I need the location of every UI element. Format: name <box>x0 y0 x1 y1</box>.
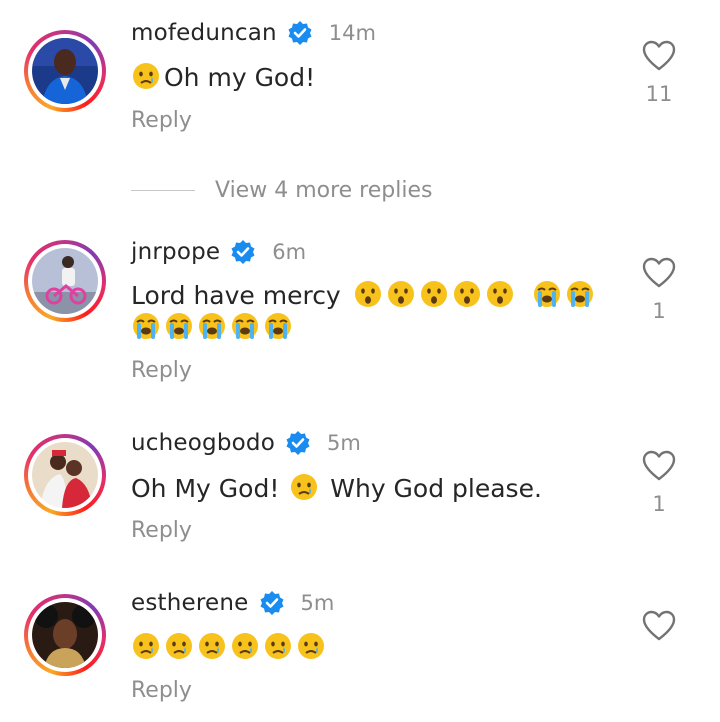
username[interactable]: ucheogbodo <box>131 430 275 456</box>
comment-text-part2: Why God please. <box>330 474 542 503</box>
astonished-face-emoji-icon <box>453 281 480 307</box>
avatar <box>32 38 98 104</box>
avatar-ring[interactable] <box>24 594 106 676</box>
comment-time: 14m <box>328 21 376 45</box>
astonished-face-emoji-icon <box>420 281 447 307</box>
reply-button[interactable]: Reply <box>131 358 192 383</box>
loudly-crying-face-emoji-icon <box>232 313 258 339</box>
loudly-crying-face-emoji-icon <box>566 281 593 307</box>
verified-badge-icon <box>286 431 310 455</box>
astonished-face-emoji-icon <box>387 281 414 307</box>
like-count: 11 <box>645 82 673 106</box>
crying-face-emoji-icon <box>298 633 324 659</box>
username[interactable]: mofeduncan <box>131 20 277 46</box>
comment-time: 5m <box>326 431 361 455</box>
username[interactable]: jnrpope <box>131 239 220 265</box>
comment-time: 5m <box>300 591 335 615</box>
comment-text-content: Oh my God! <box>164 63 316 92</box>
loudly-crying-face-emoji-icon <box>265 313 291 339</box>
verified-badge-icon <box>288 21 312 45</box>
like-count: 1 <box>652 492 666 516</box>
loudly-crying-face-emoji-icon <box>533 281 560 307</box>
avatar-ring[interactable] <box>24 30 106 112</box>
loudly-crying-face-emoji-icon <box>199 313 225 339</box>
comment-text <box>131 630 329 666</box>
loudly-crying-face-emoji-icon <box>133 313 159 339</box>
comment-text-content: Lord have mercy <box>131 281 341 310</box>
crying-face-emoji-icon <box>265 633 291 659</box>
divider-line <box>131 189 195 191</box>
comment-text-part1: Oh My God! <box>131 474 280 503</box>
reply-button[interactable]: Reply <box>131 678 192 703</box>
avatar <box>32 602 98 668</box>
crying-face-emoji-icon <box>166 633 192 659</box>
heart-icon[interactable] <box>642 450 676 482</box>
crying-face-emoji-icon <box>133 633 159 659</box>
heart-icon[interactable] <box>642 610 676 642</box>
view-more-label[interactable]: View 4 more replies <box>215 178 432 203</box>
crying-face-emoji-icon <box>133 63 159 89</box>
view-more-replies[interactable]: View 4 more replies <box>131 174 432 206</box>
verified-badge-icon <box>260 591 284 615</box>
comment-text: Oh my God! <box>131 60 315 96</box>
astonished-face-emoji-icon <box>354 281 381 307</box>
heart-icon[interactable] <box>642 40 676 72</box>
comment-text: Lord have mercy <box>131 278 598 314</box>
astonished-face-emoji-icon <box>486 281 513 307</box>
avatar <box>32 442 98 508</box>
emoji-group <box>353 281 598 310</box>
username[interactable]: estherene <box>131 590 249 616</box>
avatar <box>32 248 98 314</box>
crying-face-emoji-icon <box>291 474 318 500</box>
comment-text-line2 <box>131 310 296 346</box>
comment-time: 6m <box>272 240 307 264</box>
avatar-ring[interactable] <box>24 434 106 516</box>
verified-badge-icon <box>231 240 255 264</box>
heart-icon[interactable] <box>642 257 676 289</box>
crying-face-emoji-icon <box>232 633 258 659</box>
reply-button[interactable]: Reply <box>131 108 192 133</box>
crying-face-emoji-icon <box>199 633 225 659</box>
like-count: 1 <box>652 299 666 323</box>
avatar-ring[interactable] <box>24 240 106 322</box>
loudly-crying-face-emoji-icon <box>166 313 192 339</box>
reply-button[interactable]: Reply <box>131 518 192 543</box>
comment-text: Oh My God! Why God please. <box>131 471 542 507</box>
